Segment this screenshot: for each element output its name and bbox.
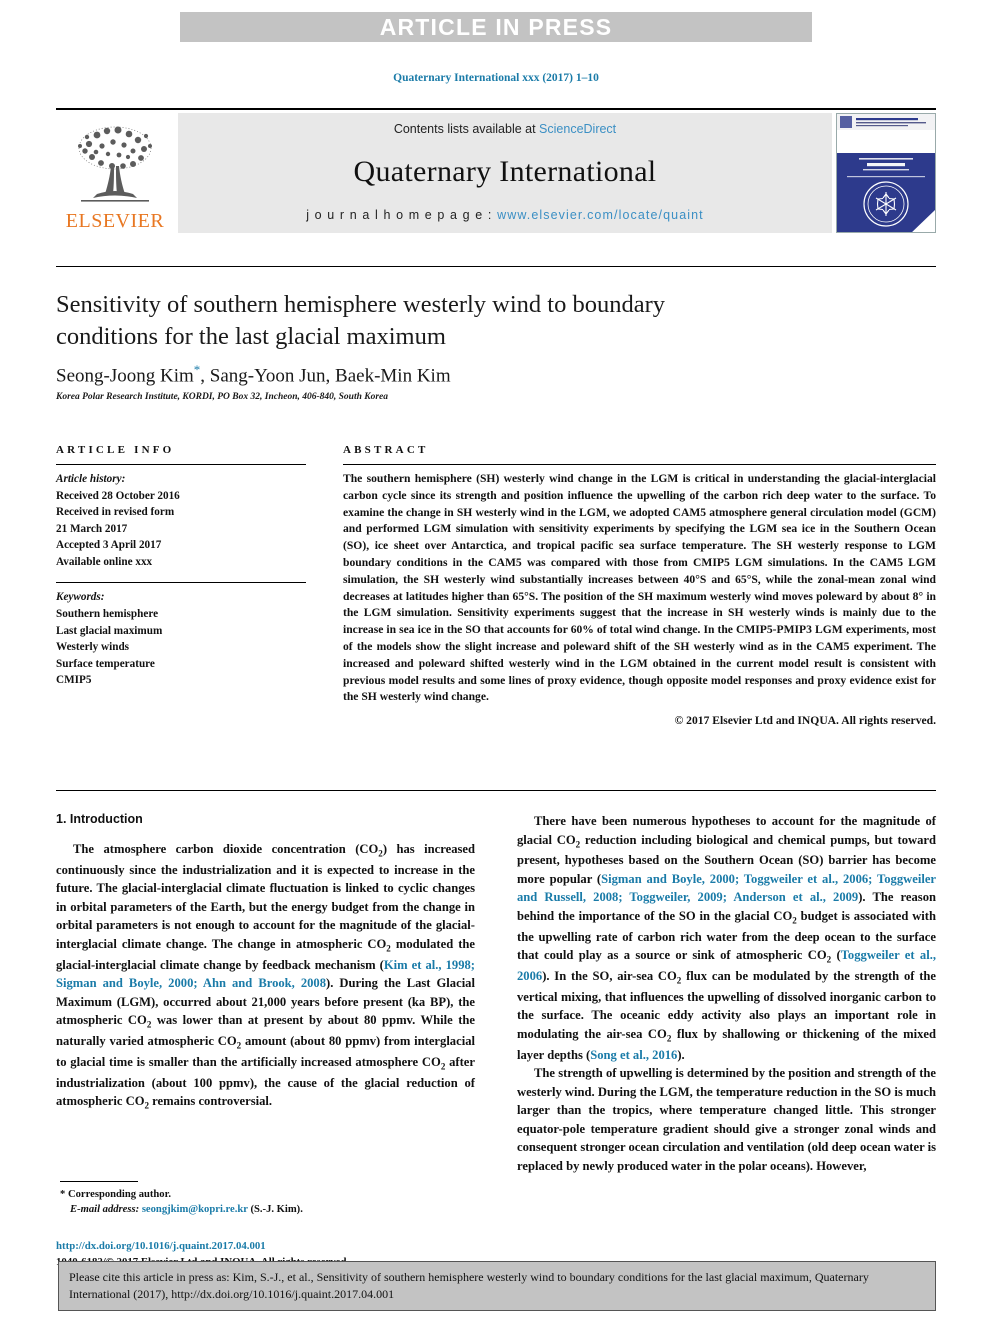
abstract-rule xyxy=(343,464,936,465)
abstract-section: ABSTRACT The southern hemisphere (SH) we… xyxy=(343,444,936,727)
section-heading-introduction: 1. Introduction xyxy=(56,812,143,826)
corresponding-author-note: * Corresponding author. xyxy=(60,1187,475,1202)
keywords-rule xyxy=(56,582,306,584)
article-info-heading: ARTICLE INFO xyxy=(56,444,175,456)
paragraph-intro-1: The atmosphere carbon dioxide concentrat… xyxy=(56,840,475,1113)
email-note: E-mail address: seongjkim@kopri.re.kr (S… xyxy=(60,1202,475,1217)
elsevier-wordmark: ELSEVIER xyxy=(65,210,165,232)
keywords-block: Keywords: Southern hemisphere Last glaci… xyxy=(56,589,306,688)
corresponding-author-text: Corresponding author. xyxy=(67,1189,171,1200)
text-run: ) has increased continuously since the i… xyxy=(56,842,476,951)
title-divider xyxy=(56,266,936,267)
article-info-section: ARTICLE INFO Article history: Received 2… xyxy=(56,444,306,689)
please-cite-box: Please cite this article in press as: Ki… xyxy=(58,1261,936,1312)
journal-cover-thumbnail xyxy=(836,113,936,233)
footnote-marker: * xyxy=(60,1189,66,1200)
email-link[interactable]: seongjkim@kopri.re.kr xyxy=(142,1204,248,1215)
journal-masthead: ELSEVIER Contents lists available at Sci… xyxy=(56,108,936,234)
elsevier-logo: ELSEVIER xyxy=(56,113,174,233)
journal-cover-image xyxy=(837,114,935,232)
doi-link[interactable]: http://dx.doi.org/10.1016/j.quaint.2017.… xyxy=(56,1238,486,1254)
article-in-press-banner: ARTICLE IN PRESS xyxy=(180,12,812,42)
history-item: Received 28 October 2016 xyxy=(56,489,180,502)
body-divider xyxy=(56,790,936,791)
sciencedirect-link[interactable]: ScienceDirect xyxy=(539,122,616,136)
abstract-text: The southern hemisphere (SH) westerly wi… xyxy=(343,472,936,704)
journal-title: Quaternary International xyxy=(353,155,657,188)
article-history-label: Article history: xyxy=(56,473,126,485)
history-item: Received in revised form xyxy=(56,506,175,519)
text-run: remains controversial. xyxy=(149,1094,273,1109)
keyword-item: CMIP5 xyxy=(56,674,92,687)
paragraph-intro-3: The strength of upwelling is determined … xyxy=(517,1066,936,1173)
homepage-label: j o u r n a l h o m e p a g e : xyxy=(306,208,498,222)
contents-prefix: Contents lists available at xyxy=(393,122,540,136)
paragraph-intro-2: There have been numerous hypotheses to a… xyxy=(517,812,936,1064)
abstract-heading: ABSTRACT xyxy=(343,444,429,456)
affiliation: Korea Polar Research Institute, KORDI, P… xyxy=(56,392,389,402)
elsevier-tree-icon xyxy=(78,126,152,202)
article-history-block: Article history: Received 28 October 201… xyxy=(56,471,306,570)
text-run: The atmosphere carbon dioxide concentrat… xyxy=(73,842,379,856)
body-column-left: 1. Introduction The atmosphere carbon di… xyxy=(56,812,475,1113)
history-item: Accepted 3 April 2017 xyxy=(56,539,162,552)
journal-citation-line: Quaternary International xxx (2017) 1–10 xyxy=(393,72,599,84)
author-corresponding: Seong-Joong Kim xyxy=(56,365,194,387)
email-suffix: (S.-J. Kim). xyxy=(250,1204,303,1216)
email-label: E-mail address: xyxy=(70,1204,140,1216)
keyword-item: Westerly winds xyxy=(56,641,130,654)
keywords-label: Keywords: xyxy=(56,591,105,604)
masthead-center-panel: Contents lists available at ScienceDirec… xyxy=(178,113,832,233)
citation-link[interactable]: Song et al., 2016 xyxy=(590,1048,677,1062)
text-run: ). xyxy=(677,1047,685,1062)
text-run: ). In the SO, air-sea CO xyxy=(542,969,677,984)
authors-remaining: , Sang-Yoon Jun, Baek-Min Kim xyxy=(200,365,451,387)
article-page: ARTICLE IN PRESS Quaternary Internationa… xyxy=(0,0,992,1323)
keyword-item: Southern hemisphere xyxy=(56,608,159,621)
abstract-copyright: © 2017 Elsevier Ltd and INQUA. All right… xyxy=(674,714,936,728)
contents-lists-line: Contents lists available at ScienceDirec… xyxy=(394,122,616,136)
keyword-item: Last glacial maximum xyxy=(56,624,163,637)
text-run: ( xyxy=(831,948,841,963)
keyword-item: Surface temperature xyxy=(56,657,155,670)
body-column-right: There have been numerous hypotheses to a… xyxy=(517,812,936,1175)
footnote-block: * Corresponding author. E-mail address: … xyxy=(60,1187,475,1218)
article-info-rule xyxy=(56,464,306,465)
article-in-press-label: ARTICLE IN PRESS xyxy=(379,13,613,40)
page-title: Sensitivity of southern hemisphere weste… xyxy=(56,291,665,350)
author-list: Seong-Joong Kim*, Sang-Yoon Jun, Baek-Mi… xyxy=(56,362,756,387)
footnote-divider xyxy=(60,1181,138,1182)
history-item: 21 March 2017 xyxy=(56,522,128,535)
journal-homepage-line: j o u r n a l h o m e p a g e : www.else… xyxy=(306,208,704,222)
homepage-url-link[interactable]: www.elsevier.com/locate/quaint xyxy=(497,208,704,222)
history-item: Available online xxx xyxy=(56,555,153,568)
